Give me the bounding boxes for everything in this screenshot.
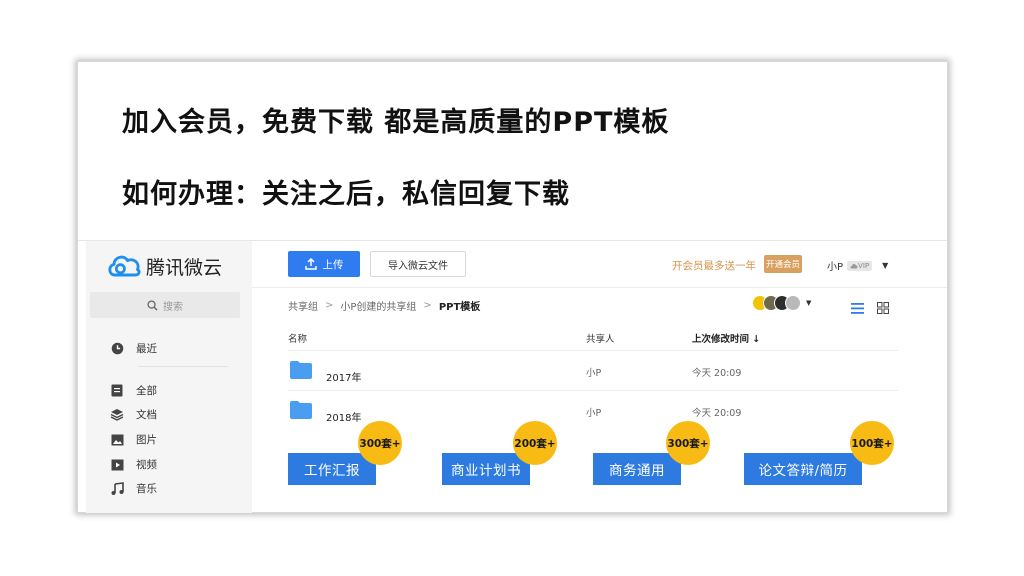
search-placeholder: 搜索 xyxy=(163,301,183,313)
brand[interactable]: 腾讯微云 xyxy=(106,249,222,283)
category-button-business-general[interactable]: 商务通用 xyxy=(593,453,681,485)
vip-badge: VIP xyxy=(847,260,873,271)
breadcrumb-item-group[interactable]: 共享组 xyxy=(288,298,318,313)
image-icon xyxy=(110,433,124,447)
weiyun-app-window: 腾讯微云 搜索 最近 全部 文档 图片 视频 音乐 上传 导入微云文件 开会员最… xyxy=(78,240,947,513)
sidebar: 腾讯微云 搜索 最近 全部 文档 图片 视频 音乐 xyxy=(86,241,252,513)
sidebar-item-images[interactable]: 图片 xyxy=(110,432,157,447)
file-modified: 今天 20:09 xyxy=(692,408,742,419)
member-avatars[interactable]: ▼ xyxy=(752,295,811,311)
chevron-right-icon: > xyxy=(325,300,334,311)
category-button-thesis-resume[interactable]: 论文答辩/简历 xyxy=(744,453,862,485)
search-icon xyxy=(147,299,158,311)
caret-down-icon: ▼ xyxy=(806,299,812,307)
sidebar-item-videos[interactable]: 视频 xyxy=(110,457,157,472)
toolbar-divider xyxy=(252,287,947,288)
column-header-sharer[interactable]: 共享人 xyxy=(586,331,615,345)
grid-view-icon[interactable] xyxy=(877,299,889,318)
music-icon xyxy=(110,482,124,496)
file-sharer: 小P xyxy=(586,368,602,379)
column-header-modified[interactable]: 上次修改时间 ↓ xyxy=(692,331,760,345)
username: 小P xyxy=(827,262,844,273)
file-sharer: 小P xyxy=(586,408,602,419)
cloud-small-icon xyxy=(850,263,858,268)
count-badge: 100套+ xyxy=(850,421,894,465)
headline-line-2: 如何办理：关注之后，私信回复下载 xyxy=(122,179,570,210)
sidebar-item-music[interactable]: 音乐 xyxy=(110,481,157,496)
sidebar-item-label: 音乐 xyxy=(136,483,157,495)
open-vip-button[interactable]: 开通会员 xyxy=(764,255,802,273)
sidebar-item-label: 最近 xyxy=(136,343,157,355)
promo-text[interactable]: 开会员最多送一年 xyxy=(672,258,756,273)
import-button[interactable]: 导入微云文件 xyxy=(370,251,466,277)
file-icon xyxy=(110,384,124,398)
upload-label: 上传 xyxy=(322,258,344,271)
folder-icon xyxy=(290,401,312,419)
sidebar-item-docs[interactable]: 文档 xyxy=(110,407,157,422)
folder-icon xyxy=(290,361,312,379)
main-panel: 上传 导入微云文件 开会员最多送一年 开通会员 小P VIP ▼ 共享组 > 小… xyxy=(252,241,947,513)
category-button-business-plan[interactable]: 商业计划书 xyxy=(442,453,530,485)
upload-icon xyxy=(304,258,317,270)
headline-line-1: 加入会员，免费下载 都是高质量的PPT模板 xyxy=(122,107,670,138)
count-badge: 200套+ xyxy=(513,421,557,465)
search-input[interactable]: 搜索 xyxy=(90,292,240,318)
cloud-logo-icon xyxy=(108,255,141,277)
breadcrumb-item-shared[interactable]: 小P创建的共享组 xyxy=(340,298,416,313)
list-view-icon[interactable] xyxy=(851,299,864,318)
file-modified: 今天 20:09 xyxy=(692,368,742,379)
layers-icon xyxy=(110,408,124,422)
brand-name: 腾讯微云 xyxy=(146,256,223,279)
breadcrumb: 共享组 > 小P创建的共享组 > PPT模板 xyxy=(288,298,480,313)
sidebar-item-label: 图片 xyxy=(136,434,157,446)
count-badge: 300套+ xyxy=(358,421,402,465)
count-badge: 300套+ xyxy=(666,421,710,465)
avatar xyxy=(785,295,801,311)
clock-icon xyxy=(110,342,124,356)
nav-divider xyxy=(138,366,228,367)
upload-button[interactable]: 上传 xyxy=(288,251,360,277)
sidebar-item-label: 视频 xyxy=(136,459,157,471)
user-menu[interactable]: 小P VIP ▼ xyxy=(827,258,888,273)
breadcrumb-current: PPT模板 xyxy=(438,302,481,313)
sidebar-item-recent[interactable]: 最近 xyxy=(110,341,157,356)
sidebar-item-label: 全部 xyxy=(136,385,157,397)
caret-down-icon: ▼ xyxy=(882,261,889,270)
sidebar-item-label: 文档 xyxy=(136,409,157,421)
column-header-name[interactable]: 名称 xyxy=(288,331,307,345)
chevron-right-icon: > xyxy=(423,300,432,311)
table-row[interactable]: 2017年 小P 今天 20:09 xyxy=(288,351,898,391)
promo-card: 加入会员，免费下载 都是高质量的PPT模板 如何办理：关注之后，私信回复下载 腾… xyxy=(78,62,947,513)
file-name: 2018年 xyxy=(326,413,362,424)
video-icon xyxy=(110,458,124,472)
file-name: 2017年 xyxy=(326,373,362,384)
sidebar-item-all[interactable]: 全部 xyxy=(110,383,157,398)
